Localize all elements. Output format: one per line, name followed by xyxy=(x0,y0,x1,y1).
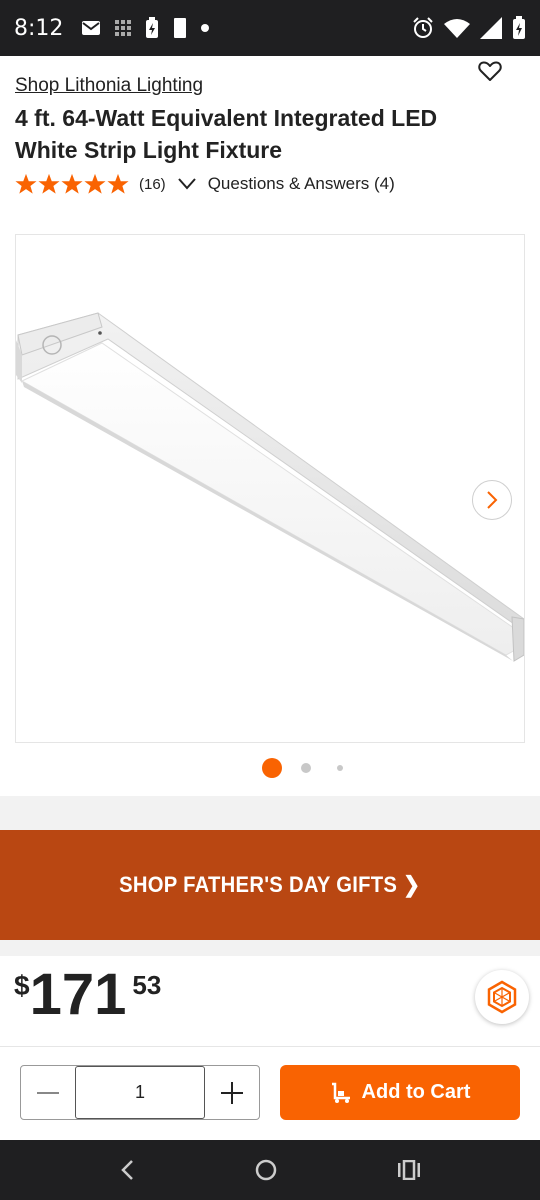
section-divider xyxy=(0,796,540,830)
status-time: 8:12 xyxy=(14,15,64,41)
system-navigation-bar xyxy=(0,1140,540,1200)
add-to-cart-label: Add to Cart xyxy=(361,1081,471,1103)
gallery-next-button[interactable] xyxy=(472,480,512,520)
price: $ 171 53 xyxy=(14,964,161,1026)
fathers-day-promo-banner[interactable]: SHOP FATHER'S DAY GIFTS ❯ xyxy=(0,830,540,940)
star-icon xyxy=(84,173,106,194)
star-icon xyxy=(107,173,129,194)
pagination-dot[interactable] xyxy=(337,765,343,771)
dot-icon xyxy=(201,24,210,32)
favorite-heart-icon[interactable] xyxy=(478,60,502,82)
mail-icon xyxy=(82,21,101,35)
pagination-dot[interactable] xyxy=(301,763,311,773)
star-icon xyxy=(15,173,37,194)
promo-label: SHOP FATHER'S DAY GIFTS ❯ xyxy=(119,872,421,897)
pagination-dot-active[interactable] xyxy=(262,758,282,778)
increase-quantity-button[interactable] xyxy=(205,1066,259,1119)
chat-help-icon xyxy=(487,980,517,1014)
product-image[interactable] xyxy=(15,234,525,743)
alarm-icon xyxy=(413,17,433,38)
chevron-down-icon[interactable] xyxy=(177,178,196,190)
help-chat-button[interactable] xyxy=(475,970,529,1024)
cart-icon xyxy=(331,1082,350,1103)
brand-link[interactable]: Shop Lithonia Lighting xyxy=(15,75,203,97)
plus-icon xyxy=(221,1081,243,1104)
star-icon xyxy=(61,173,83,194)
back-icon[interactable] xyxy=(120,1159,134,1181)
sd-card-icon xyxy=(174,18,187,38)
price-cents: 53 xyxy=(132,970,162,1000)
price-currency: $ xyxy=(14,970,30,1001)
battery-saver-icon xyxy=(146,17,159,38)
star-icon xyxy=(38,173,60,194)
status-bar: 8:12 xyxy=(0,0,540,56)
review-count[interactable]: (16) xyxy=(139,176,166,193)
gallery-pagination xyxy=(262,758,343,778)
minus-icon xyxy=(37,1091,59,1094)
battery-icon xyxy=(513,16,525,39)
star-rating[interactable] xyxy=(15,173,129,195)
product-title: 4 ft. 64-Watt Equivalent Integrated LED … xyxy=(15,105,438,163)
recents-icon[interactable] xyxy=(397,1160,420,1180)
signal-icon xyxy=(480,17,502,39)
quantity-input[interactable]: 1 xyxy=(75,1066,205,1119)
home-icon[interactable] xyxy=(255,1159,277,1181)
grid-icon xyxy=(115,20,132,36)
price-dollars: 171 xyxy=(29,962,127,1027)
chevron-right-icon xyxy=(487,491,498,509)
add-to-cart-button[interactable]: Add to Cart xyxy=(280,1065,520,1120)
wifi-icon xyxy=(444,19,470,38)
strip-light-fixture-image xyxy=(16,312,524,662)
rating-row: (16) Questions & Answers (4) xyxy=(15,172,395,196)
quantity-stepper: 1 xyxy=(20,1065,260,1120)
questions-answers-link[interactable]: Questions & Answers (4) xyxy=(208,174,395,194)
decrease-quantity-button[interactable] xyxy=(21,1066,75,1119)
section-divider xyxy=(0,940,540,956)
